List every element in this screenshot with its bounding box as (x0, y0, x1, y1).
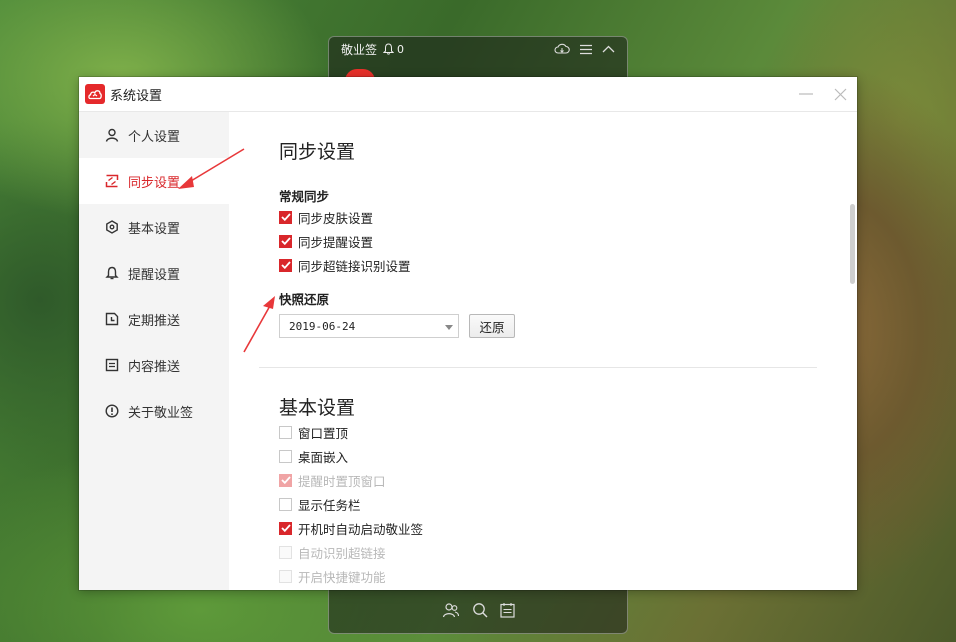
dialog-title: 系统设置 (110, 88, 163, 104)
sync-hyperlink-label: 同步超链接识别设置 (298, 258, 411, 274)
window-on-top-label: 窗口置顶 (298, 425, 349, 441)
reminder-top-window-option: 提醒时置顶窗口 (279, 470, 386, 490)
shortcut-keys-label: 开启快捷键功能 (298, 569, 386, 585)
desktop-embed-option[interactable]: 桌面嵌入 (279, 446, 348, 466)
sidebar-item-label: 基本设置 (128, 221, 181, 237)
basic-section-title: 基本设置 (279, 397, 356, 419)
minimize-button[interactable] (789, 77, 823, 112)
close-icon (834, 88, 846, 100)
sync-skin-checkbox[interactable] (279, 210, 292, 224)
sidebar-item-label: 定期推送 (128, 313, 181, 329)
note-widget-footer (329, 591, 627, 633)
sidebar-item-label: 同步设置 (128, 175, 181, 191)
settings-sidebar: 个人设置 同步设置 基本设置 提醒设置 定期推送 内容推送 关于敬业签 (79, 112, 229, 590)
snapshot-date-select[interactable]: 2019-06-24 (279, 314, 459, 338)
reminder-count: 0 (397, 42, 405, 56)
sync-reminder-checkbox[interactable] (279, 234, 292, 248)
settings-content: 同步设置 常规同步 同步皮肤设置 同步提醒设置 同步超链接识别设置 快照还原 2… (229, 112, 857, 590)
bell-icon (105, 266, 119, 280)
bell-icon[interactable] (383, 43, 395, 55)
sync-skin-label: 同步皮肤设置 (298, 210, 374, 226)
user-icon (105, 128, 119, 142)
reminder-top-window-checkbox (279, 473, 292, 487)
restore-button[interactable]: 还原 (469, 314, 515, 338)
search-icon[interactable] (472, 602, 488, 622)
sync-hyperlink-option[interactable]: 同步超链接识别设置 (279, 255, 411, 275)
show-taskbar-option[interactable]: 显示任务栏 (279, 494, 361, 514)
auto-start-label: 开机时自动启动敬业签 (298, 521, 424, 537)
calendar-icon[interactable] (499, 602, 515, 622)
contacts-icon[interactable] (442, 602, 460, 622)
cloud-sync-icon[interactable] (554, 43, 570, 55)
show-taskbar-label: 显示任务栏 (298, 497, 361, 513)
regular-sync-heading: 常规同步 (279, 189, 330, 204)
content-scrollbar[interactable] (850, 204, 855, 284)
sidebar-item-content-push[interactable]: 内容推送 (79, 342, 229, 388)
sidebar-item-label: 内容推送 (128, 359, 181, 375)
menu-icon[interactable] (580, 44, 592, 55)
reminder-top-window-label: 提醒时置顶窗口 (298, 473, 386, 489)
app-logo-icon (85, 84, 105, 104)
sidebar-item-personal[interactable]: 个人设置 (79, 112, 229, 158)
note-widget-header[interactable]: 敬业签 0 (329, 37, 627, 61)
shortcut-keys-checkbox (279, 569, 292, 583)
window-on-top-checkbox[interactable] (279, 425, 292, 439)
sync-reminder-option[interactable]: 同步提醒设置 (279, 231, 373, 251)
auto-detect-links-label: 自动识别超链接 (298, 545, 386, 561)
sync-hyperlink-checkbox[interactable] (279, 258, 292, 272)
snapshot-restore-heading: 快照还原 (279, 292, 330, 307)
sidebar-item-scheduled-push[interactable]: 定期推送 (79, 296, 229, 342)
calendar-clock-icon (105, 312, 119, 326)
auto-start-option[interactable]: 开机时自动启动敬业签 (279, 518, 423, 538)
note-widget-title: 敬业签 (341, 42, 378, 57)
document-icon (105, 358, 119, 372)
dialog-titlebar[interactable]: 系统设置 (79, 77, 857, 112)
close-button[interactable] (823, 77, 857, 112)
auto-detect-links-checkbox (279, 545, 292, 559)
show-taskbar-checkbox[interactable] (279, 497, 292, 511)
sidebar-item-label: 关于敬业签 (128, 405, 194, 421)
sidebar-item-basic[interactable]: 基本设置 (79, 204, 229, 250)
gear-icon (105, 220, 119, 234)
sync-reminder-label: 同步提醒设置 (298, 234, 374, 250)
sidebar-item-label: 个人设置 (128, 129, 181, 145)
dropdown-arrow-icon[interactable] (445, 320, 453, 333)
sidebar-item-sync[interactable]: 同步设置 (79, 158, 229, 204)
desktop-embed-label: 桌面嵌入 (298, 449, 349, 465)
sidebar-item-reminder[interactable]: 提醒设置 (79, 250, 229, 296)
snapshot-date-value: 2019-06-24 (289, 319, 356, 333)
auto-detect-links-option: 自动识别超链接 (279, 542, 386, 562)
sync-skin-option[interactable]: 同步皮肤设置 (279, 207, 373, 227)
sync-icon (105, 174, 119, 188)
window-on-top-option[interactable]: 窗口置顶 (279, 422, 348, 442)
desktop-embed-checkbox[interactable] (279, 449, 292, 463)
sidebar-item-label: 提醒设置 (128, 267, 181, 283)
sync-section-title: 同步设置 (279, 141, 356, 163)
info-icon (105, 404, 119, 418)
shortcut-keys-option: 开启快捷键功能 (279, 566, 386, 586)
settings-dialog: 系统设置 个人设置 同步设置 基本设置 提醒设置 定期推送 内容推送 关于敬业签… (79, 77, 857, 590)
section-divider (259, 367, 817, 368)
auto-start-checkbox[interactable] (279, 521, 292, 535)
sidebar-item-about[interactable]: 关于敬业签 (79, 388, 229, 434)
chevron-up-icon[interactable] (602, 45, 615, 53)
